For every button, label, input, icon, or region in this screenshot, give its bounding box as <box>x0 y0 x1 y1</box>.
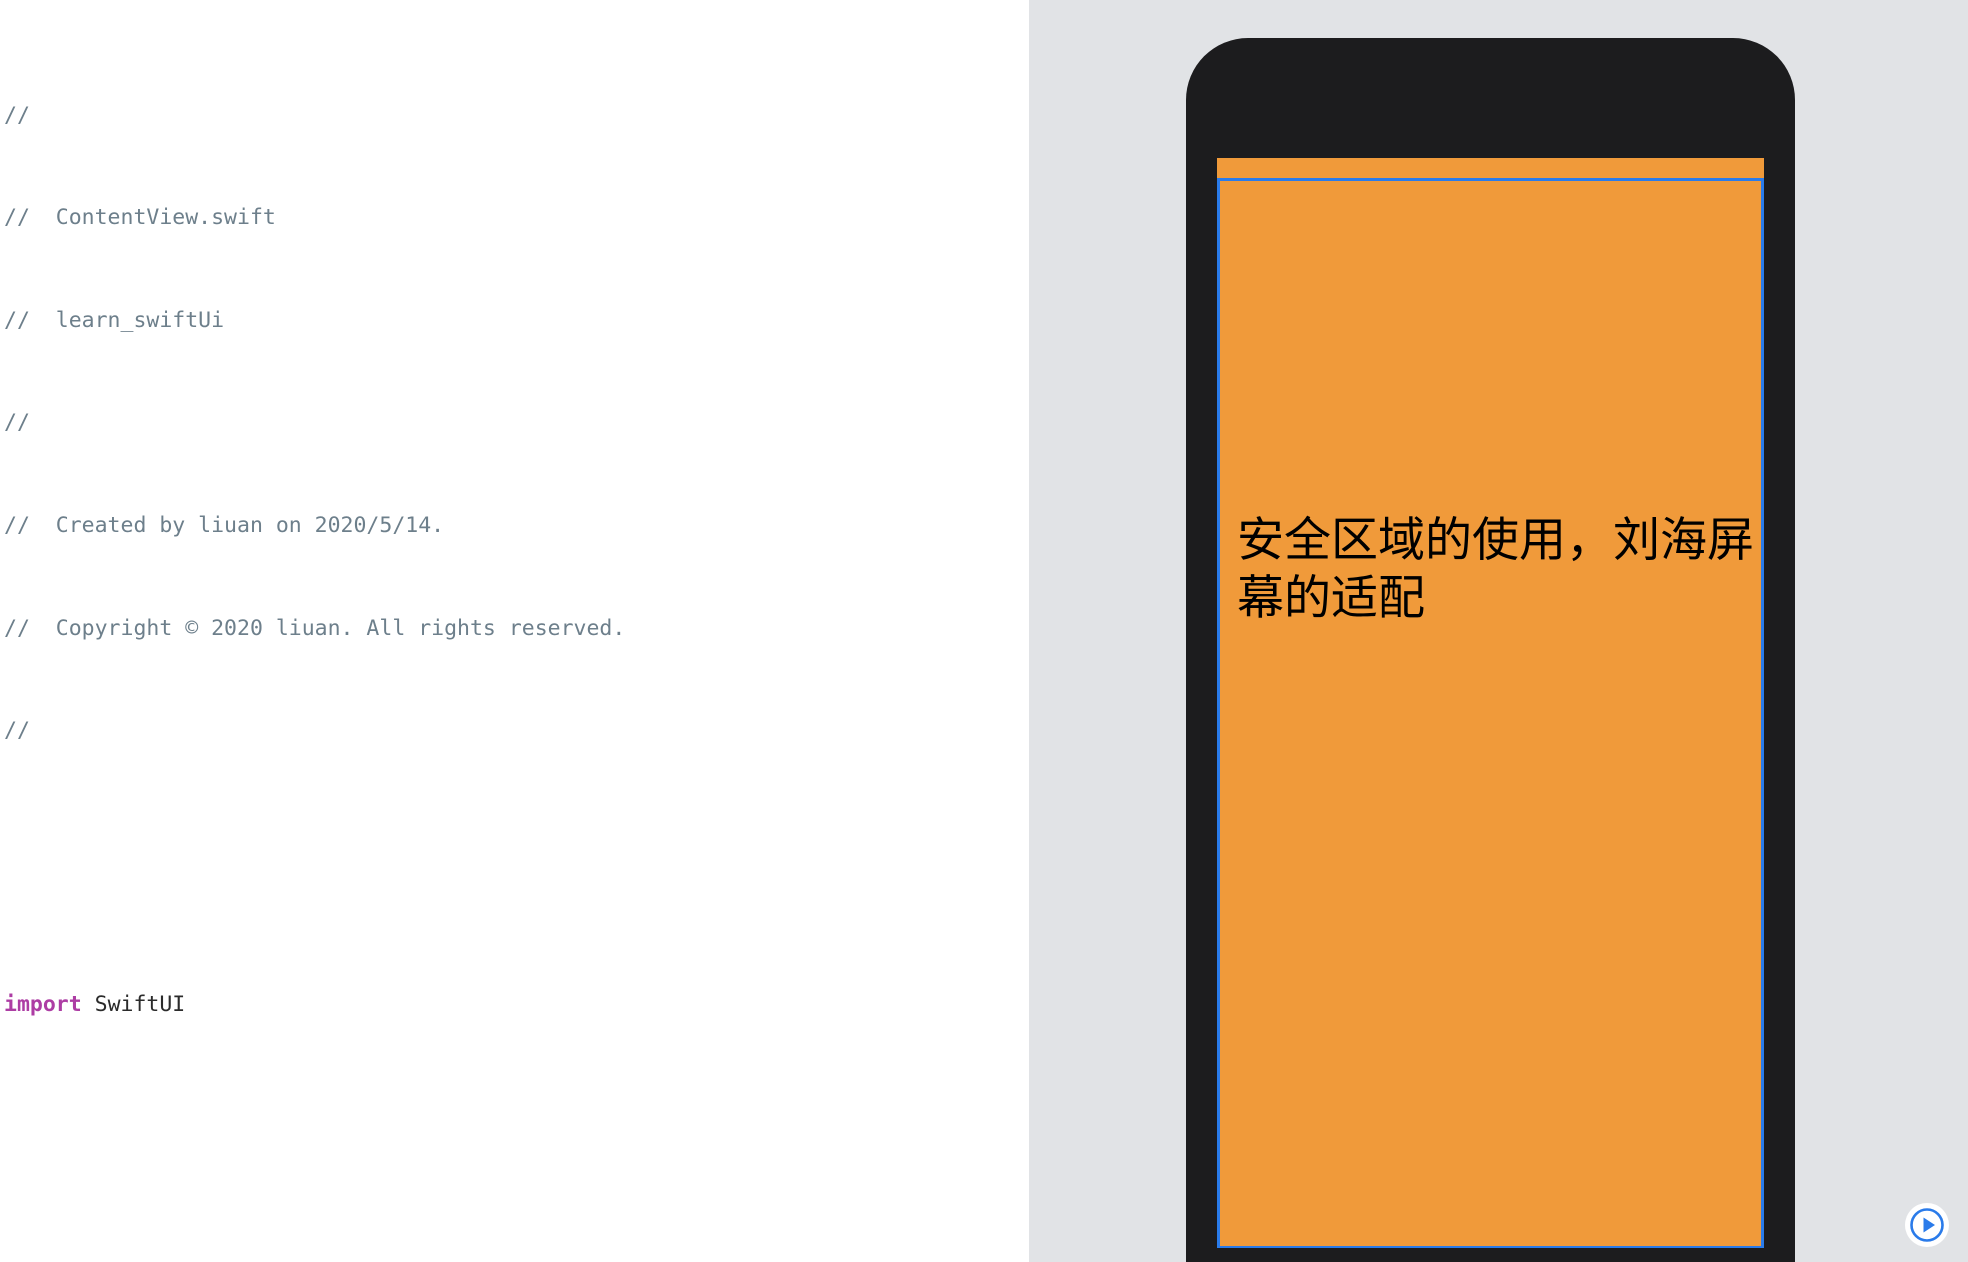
device-screen[interactable]: 安全区域的使用，刘海屏幕的适配 <box>1217 158 1764 1248</box>
code-line-blank[interactable] <box>0 851 1029 885</box>
comment-text: // ContentView.swift <box>4 205 276 231</box>
source-editor-pane[interactable]: // // ContentView.swift // learn_swiftUi… <box>0 0 1029 1262</box>
play-circle-icon <box>1905 1203 1949 1247</box>
keyword-import: import <box>4 991 82 1017</box>
comment-text: // <box>4 718 30 744</box>
comment-text: // Created by liuan on 2020/5/14. <box>4 512 445 538</box>
comment-text: // <box>4 410 30 436</box>
comment-text: // Copyright © 2020 liuan. All rights re… <box>4 615 626 641</box>
module-name: SwiftUI <box>94 991 186 1017</box>
code-area[interactable]: // // ContentView.swift // learn_swiftUi… <box>0 0 1029 1262</box>
code-line[interactable]: // Created by liuan on 2020/5/14. <box>0 509 1029 543</box>
live-preview-play-button[interactable] <box>1904 1202 1950 1248</box>
code-line-import[interactable]: import SwiftUI <box>0 988 1029 1022</box>
code-line[interactable]: // <box>0 99 1029 133</box>
preview-text-label: 安全区域的使用，刘海屏幕的适配 <box>1237 513 1754 626</box>
code-line[interactable]: // ContentView.swift <box>0 201 1029 235</box>
comment-text: // learn_swiftUi <box>4 307 225 333</box>
code-line[interactable]: // Copyright © 2020 liuan. All rights re… <box>0 612 1029 646</box>
code-line-blank[interactable] <box>0 1125 1029 1159</box>
xcode-window: // // ContentView.swift // learn_swiftUi… <box>0 0 1968 1262</box>
comment-text: // <box>4 102 30 128</box>
view-selection-outline <box>1217 178 1764 1248</box>
code-line[interactable]: // learn_swiftUi <box>0 304 1029 338</box>
code-line[interactable]: // <box>0 406 1029 440</box>
code-line[interactable]: // <box>0 714 1029 748</box>
preview-canvas-pane[interactable]: 安全区域的使用，刘海屏幕的适配 <box>1029 0 1968 1262</box>
device-preview-frame[interactable]: 安全区域的使用，刘海屏幕的适配 <box>1186 38 1795 1262</box>
